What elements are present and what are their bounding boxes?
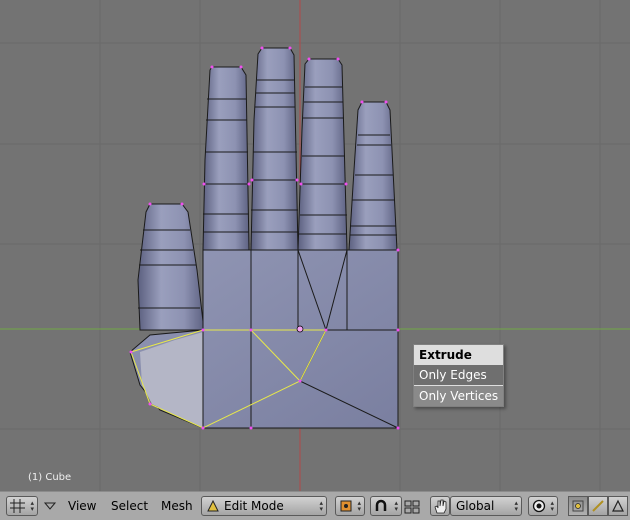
extrude-popup-menu: Extrude Only Edges Only Vertices (413, 344, 504, 407)
finger-middle (250, 47, 299, 251)
viewport-header: ▴ ▾ View Select Mesh Edit Mode ▴ ▾ ▴ ▾ ▴… (0, 491, 630, 520)
popup-title: Extrude (419, 348, 472, 362)
finger-ring (297, 58, 348, 251)
3d-viewport[interactable]: (1) Cube Extrude Only Edges Only Vertice… (0, 0, 630, 491)
finger-thumb (137, 203, 205, 331)
menu-collapse-icon[interactable] (44, 502, 56, 510)
face-select-icon (612, 499, 624, 512)
vertex-select-icon (572, 500, 584, 512)
editor-type-icon (10, 499, 25, 513)
finger-pinky (348, 101, 398, 251)
face-select-mode-button[interactable] (608, 496, 628, 516)
orientation-label: Global (456, 499, 495, 513)
hand-icon (434, 499, 447, 514)
mode-select[interactable]: Edit Mode ▴ ▾ (201, 496, 327, 516)
editor-type-button[interactable]: ▴ ▾ (6, 496, 38, 516)
magnet-icon (375, 499, 387, 511)
orientation-select[interactable]: Global ▴ ▾ (450, 496, 522, 516)
edge-select-icon (592, 500, 604, 512)
mode-select-label: Edit Mode (224, 499, 284, 513)
transform-manipulator-toggle[interactable] (430, 496, 450, 516)
snap-arrows-icon: ▴ ▾ (394, 499, 398, 513)
viewport-canvas[interactable] (0, 0, 630, 491)
pivot-icon (340, 500, 352, 512)
editor-type-arrows-icon: ▴ ▾ (30, 499, 34, 513)
edge-select-mode-button[interactable] (588, 496, 608, 516)
orientation-arrows-icon: ▴ ▾ (514, 499, 518, 513)
manipulator-icon[interactable] (404, 500, 420, 514)
pivot-select[interactable]: ▴ ▾ (335, 496, 365, 516)
menu-mesh[interactable]: Mesh (161, 499, 193, 513)
mode-icon (207, 500, 219, 512)
proportional-icon (532, 499, 546, 513)
menu-item-only-edges[interactable]: Only Edges (414, 365, 503, 385)
snap-toggle[interactable]: ▴ ▾ (370, 496, 402, 516)
mode-select-arrows-icon: ▴ ▾ (319, 499, 323, 513)
menu-item-only-vertices[interactable]: Only Vertices (414, 385, 503, 406)
menu-view[interactable]: View (68, 499, 96, 513)
blender-window: (1) Cube Extrude Only Edges Only Vertice… (0, 0, 630, 520)
3d-cursor-center (296, 325, 304, 333)
finger-index (202, 66, 250, 251)
vertex-select-mode-button[interactable] (568, 496, 588, 516)
menu-select[interactable]: Select (111, 499, 148, 513)
pivot-arrows-icon: ▴ ▾ (357, 499, 361, 513)
object-label: (1) Cube (28, 472, 72, 483)
proportional-edit-select[interactable]: ▴ ▾ (528, 496, 558, 516)
proportional-arrows-icon: ▴ ▾ (550, 499, 554, 513)
